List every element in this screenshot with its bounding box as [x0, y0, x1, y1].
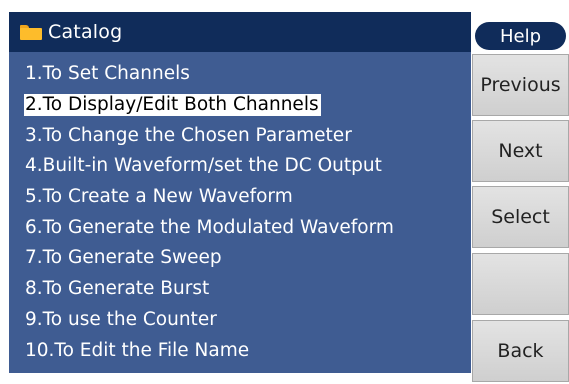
list-item[interactable]: 9.To use the Counter: [9, 305, 471, 336]
blank-softkey-button[interactable]: [472, 253, 569, 315]
back-button[interactable]: Back: [472, 320, 569, 382]
previous-button[interactable]: Previous: [472, 54, 569, 116]
list-item[interactable]: 10.To Edit the File Name: [9, 335, 471, 366]
list-item-label: 10.To Edit the File Name: [25, 339, 250, 361]
list-item[interactable]: 8.To Generate Burst: [9, 274, 471, 305]
list-item[interactable]: 3.To Change the Chosen Parameter: [9, 120, 471, 151]
help-button[interactable]: Help: [475, 22, 566, 50]
catalog-panel: Catalog 1.To Set Channels 2.To Display/E…: [9, 12, 471, 373]
list-item-label: 7.To Generate Sweep: [25, 247, 222, 269]
catalog-list: 1.To Set Channels 2.To Display/Edit Both…: [9, 52, 471, 366]
title-bar: Catalog: [9, 12, 471, 52]
list-item-label: 4.Built-in Waveform/set the DC Output: [25, 155, 382, 177]
list-item[interactable]: 1.To Set Channels: [9, 59, 471, 90]
list-item[interactable]: 7.To Generate Sweep: [9, 243, 471, 274]
softkey-column: Help Previous Next Select Back: [472, 12, 569, 384]
window-title: Catalog: [48, 21, 123, 43]
list-item-label: 8.To Generate Burst: [25, 278, 210, 300]
next-button[interactable]: Next: [472, 120, 569, 182]
select-button[interactable]: Select: [472, 186, 569, 248]
screen: Catalog 1.To Set Channels 2.To Display/E…: [0, 0, 569, 384]
list-item-label: 3.To Change the Chosen Parameter: [25, 124, 352, 146]
list-item-label: 9.To use the Counter: [25, 308, 217, 330]
list-item-label: 5.To Create a New Waveform: [25, 186, 293, 208]
list-item[interactable]: 6.To Generate the Modulated Waveform: [9, 212, 471, 243]
list-item-selected[interactable]: 2.To Display/Edit Both Channels: [9, 90, 471, 121]
list-item-label: 2.To Display/Edit Both Channels: [24, 94, 321, 117]
list-item[interactable]: 4.Built-in Waveform/set the DC Output: [9, 151, 471, 182]
folder-icon: [20, 24, 42, 40]
list-item-label: 1.To Set Channels: [25, 63, 190, 85]
list-item[interactable]: 5.To Create a New Waveform: [9, 182, 471, 213]
list-item-label: 6.To Generate the Modulated Waveform: [25, 216, 394, 238]
